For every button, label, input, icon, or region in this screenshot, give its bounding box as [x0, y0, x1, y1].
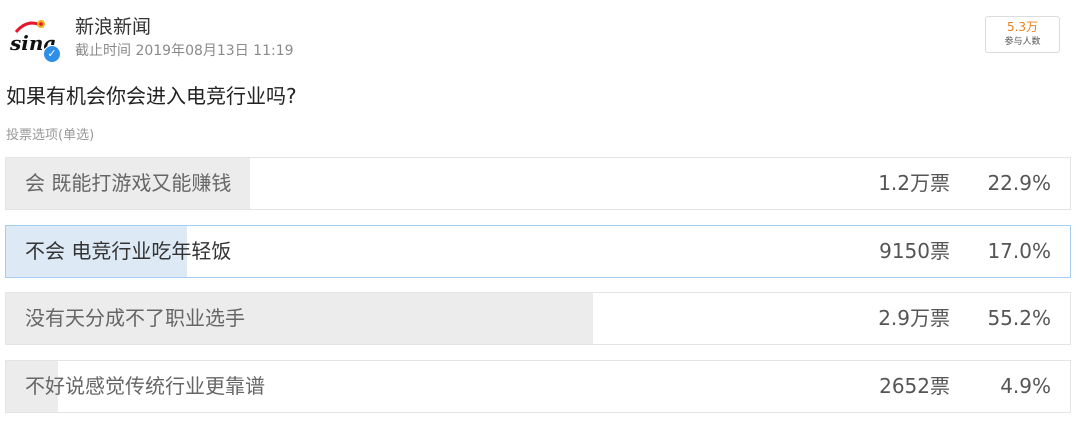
vote-type-label: 投票选项(单选): [6, 128, 95, 143]
poll-option[interactable]: 不会 电竞行业吃年轻饭 9150票 17.0%: [5, 225, 1071, 278]
poll-option-count: 2.9万票: [878, 306, 950, 330]
participants-label: 参与人数: [1004, 37, 1041, 47]
participants-count: 5.3万: [1006, 20, 1039, 34]
poll-option-percent: 55.2%: [987, 306, 1051, 330]
poll-option-percent: 22.9%: [987, 171, 1051, 195]
poll-option-count: 2652票: [879, 374, 950, 398]
poll-deadline: 截止时间 2019年08月13日 11:19: [75, 43, 294, 59]
poll-question: 如果有机会你会进入电竞行业吗?: [6, 84, 297, 108]
poll-option[interactable]: 会 既能打游戏又能赚钱 1.2万票 22.9%: [5, 157, 1071, 210]
verified-badge-icon: ✓: [43, 45, 61, 63]
poll-option-label: 不会 电竞行业吃年轻饭: [25, 239, 232, 263]
poll-option-count: 1.2万票: [878, 171, 950, 195]
poll-option-label: 会 既能打游戏又能赚钱: [25, 171, 232, 195]
poll-option[interactable]: 没有天分成不了职业选手 2.9万票 55.2%: [5, 292, 1071, 345]
account-name[interactable]: 新浪新闻: [75, 12, 151, 39]
poll-option-count: 9150票: [879, 239, 950, 263]
poll-header: sina ✓ 新浪新闻 截止时间 2019年08月13日 11:19 5.3万 …: [0, 0, 1080, 70]
poll-option-label: 没有天分成不了职业选手: [25, 306, 245, 330]
participants-badge: 5.3万 参与人数: [985, 16, 1060, 53]
poll-option-percent: 4.9%: [1000, 374, 1051, 398]
poll-option[interactable]: 不好说感觉传统行业更靠谱 2652票 4.9%: [5, 360, 1071, 413]
poll-option-percent: 17.0%: [987, 239, 1051, 263]
poll-option-label: 不好说感觉传统行业更靠谱: [25, 374, 265, 398]
